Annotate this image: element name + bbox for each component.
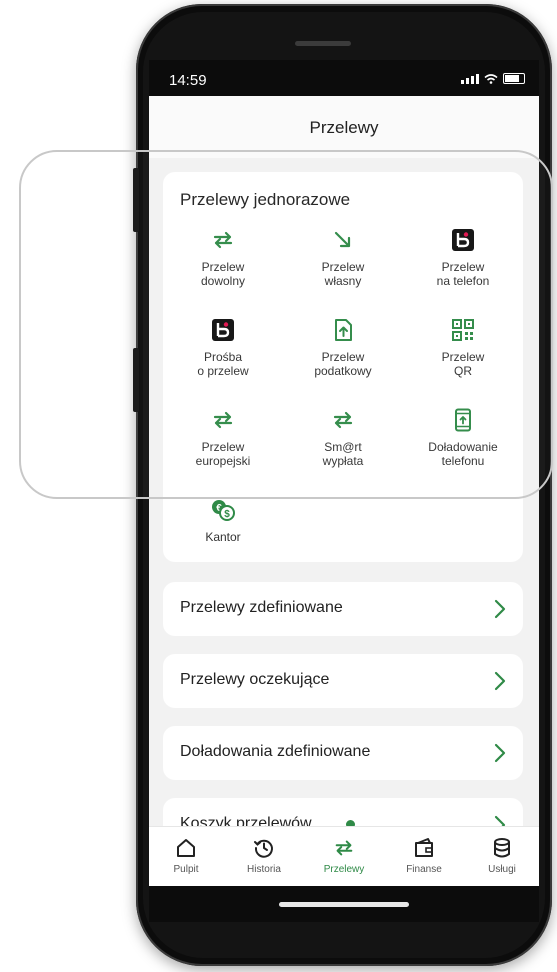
home-icon — [177, 839, 195, 857]
tab-pulpit[interactable]: Pulpit — [151, 837, 221, 875]
tile-label: Sm@rt wypłata — [322, 440, 364, 468]
app-screen: 14:59 Przelewy Przelewy jednorazowe Prze… — [149, 60, 539, 922]
status-time: 14:59 — [169, 72, 207, 89]
transfer-arrows-icon — [335, 840, 353, 856]
database-icon — [494, 838, 510, 858]
transfer-arrows-icon — [333, 411, 353, 429]
volume-button-down — [133, 348, 139, 412]
tab-uslugi[interactable]: Usługi — [467, 837, 537, 875]
page-title: Przelewy — [309, 118, 379, 137]
blik-icon — [452, 229, 474, 251]
battery-icon — [503, 73, 525, 84]
chevron-right-icon — [494, 671, 506, 691]
qr-code-icon — [452, 319, 474, 341]
tile-przelew-europejski[interactable]: Przelew europejski — [163, 408, 283, 468]
tab-historia[interactable]: Historia — [229, 837, 299, 875]
tile-label: Przelew na telefon — [436, 260, 490, 288]
bottom-tab-bar: Pulpit Historia Przelewy Finanse Usługi — [149, 826, 539, 887]
tile-label: Przelew dowolny — [200, 260, 246, 288]
tile-przelew-qr[interactable]: Przelew QR — [403, 318, 523, 378]
tab-label: Usługi — [488, 864, 516, 875]
tile-label: Przelew europejski — [195, 440, 251, 468]
tab-label: Przelewy — [323, 864, 365, 875]
wifi-icon — [484, 74, 498, 84]
tile-label: Przelew QR — [441, 350, 485, 378]
status-icons — [461, 73, 525, 84]
tab-przelewy[interactable]: Przelewy — [309, 837, 379, 875]
tab-label: Pulpit — [173, 864, 199, 875]
tile-kantor[interactable]: € $ Kantor — [163, 498, 283, 544]
chevron-right-icon — [494, 743, 506, 763]
tile-label: Prośba o przelew — [197, 350, 249, 378]
tab-label: Finanse — [406, 864, 442, 875]
row-przelewy-zdefiniowane[interactable]: Przelewy zdefiniowane — [163, 582, 523, 636]
tile-doladowanie-telefonu[interactable]: Doładowanie telefonu — [403, 408, 523, 468]
tab-label: Historia — [247, 864, 281, 875]
home-indicator[interactable] — [279, 902, 409, 907]
tile-przelew-dowolny[interactable]: Przelew dowolny — [163, 228, 283, 288]
transfer-arrows-icon — [213, 411, 233, 429]
tile-przelew-podatkowy[interactable]: Przelew podatkowy — [283, 318, 403, 378]
status-bar: 14:59 — [149, 60, 539, 96]
diagonal-arrow-icon — [334, 231, 351, 248]
row-label: Przelewy zdefiniowane — [180, 599, 343, 616]
tile-label: Doładowanie telefonu — [428, 440, 498, 468]
volume-button-up — [133, 168, 139, 232]
earpiece-speaker — [295, 41, 351, 46]
transfer-arrows-icon — [213, 231, 233, 249]
tile-label: Kantor — [205, 530, 241, 544]
currency-exchange-icon: € $ — [212, 500, 235, 521]
single-transfers-card: Przelewy jednorazowe Przelew dowolny Prz… — [163, 172, 523, 562]
home-area — [149, 886, 539, 922]
tile-przelew-wlasny[interactable]: Przelew własny — [283, 228, 403, 288]
header: Przelewy — [149, 96, 539, 158]
wallet-icon — [415, 838, 433, 857]
tab-finanse[interactable]: Finanse — [389, 837, 459, 875]
row-przelewy-oczekujace[interactable]: Przelewy oczekujące — [163, 654, 523, 708]
svg-text:$: $ — [224, 509, 230, 520]
section-title: Przelewy jednorazowe — [180, 190, 351, 209]
signal-icon — [461, 74, 479, 84]
tile-smart-wyplata[interactable]: Sm@rt wypłata — [283, 408, 403, 468]
blik-icon — [212, 319, 234, 341]
chevron-right-icon — [494, 599, 506, 619]
history-icon — [254, 839, 273, 858]
row-label: Przelewy oczekujące — [180, 671, 330, 688]
phone-topup-icon — [455, 408, 471, 432]
tile-przelew-na-telefon[interactable]: Przelew na telefon — [403, 228, 523, 288]
row-doladowania-zdefiniowane[interactable]: Doładowania zdefiniowane — [163, 726, 523, 780]
tax-document-icon — [335, 319, 352, 341]
row-label: Doładowania zdefiniowane — [180, 743, 371, 760]
tile-label: Przelew własny — [321, 260, 365, 288]
tile-prosba-o-przelew[interactable]: Prośba o przelew — [163, 318, 283, 378]
tile-label: Przelew podatkowy — [314, 350, 372, 378]
